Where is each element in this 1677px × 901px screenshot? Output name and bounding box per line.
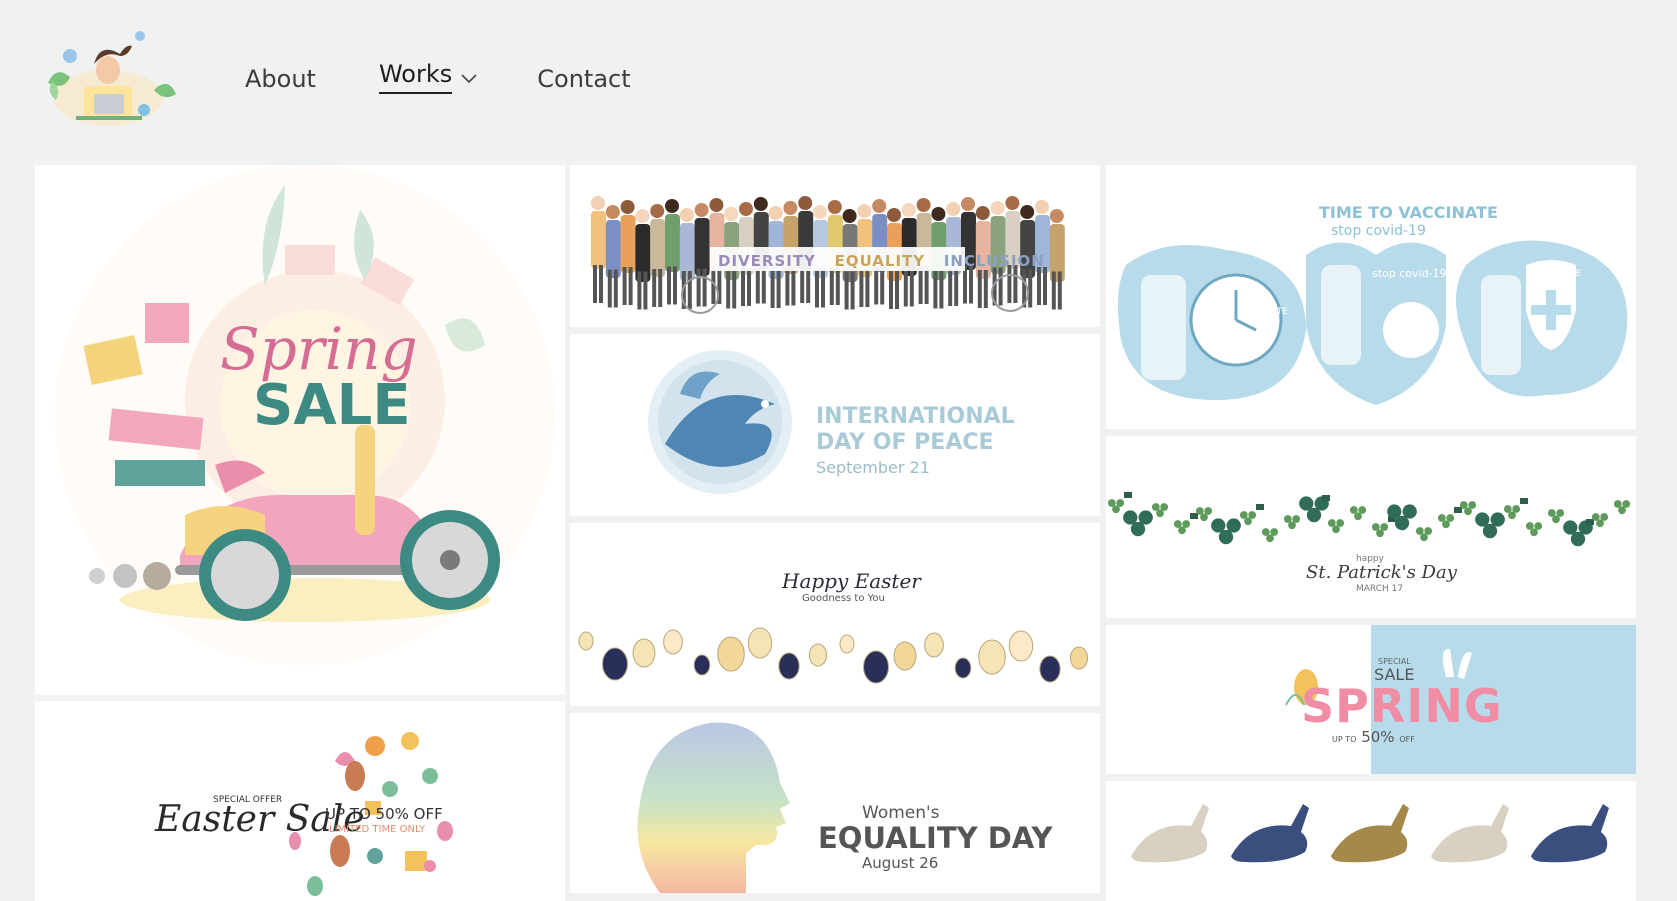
work-easter-sale[interactable]: SPECIAL OFFER Easter Sale UP TO 50% OFF … (35, 701, 565, 901)
womens-date: August 26 (862, 854, 939, 872)
work-peace[interactable]: INTERNATIONAL DAY OF PEACE September 21 (570, 334, 1100, 516)
word-diversity: DIVERSITY (718, 252, 816, 270)
work-st-patricks[interactable]: happy St. Patrick's Day MARCH 17 (1106, 436, 1636, 618)
easter-eggs-illustration (578, 627, 1089, 684)
rabbits-illustration (1131, 804, 1609, 863)
off-text: OFF (1399, 735, 1415, 744)
work-spring-special[interactable]: SPECIAL SALE SPRING UP TO 50% OFF (1106, 625, 1636, 774)
spring-upto: UP TO 50% OFF (1332, 728, 1415, 746)
happy-easter-sub: Goodness to You (802, 593, 885, 604)
diversity-banner: DIVERSITY EQUALITY INCLUSION (718, 252, 1045, 270)
vaccinate-badge3: VACCINE (1542, 269, 1582, 279)
work-rabbits[interactable] (1106, 781, 1636, 901)
peace-line1: INTERNATIONAL (816, 404, 1015, 429)
word-equality: EQUALITY (834, 252, 926, 270)
spring-big-label: SPRING (1301, 679, 1503, 733)
vaccinate-title1: TIME TO VACCINATE (1319, 203, 1498, 222)
pct-text: 50% (1361, 728, 1395, 746)
peace-date: September 21 (816, 458, 930, 477)
work-happy-easter[interactable]: Happy Easter Goodness to You (570, 523, 1100, 706)
work-spring-sale[interactable]: Spring SALE (35, 165, 565, 695)
vaccinate-title2: stop covid-19 (1331, 223, 1426, 239)
vaccinate-badge1: TIME TO VACCINATE (1198, 307, 1289, 317)
site-header: About Works Contact (0, 0, 1677, 150)
work-diversity[interactable]: DIVERSITY EQUALITY INCLUSION (570, 165, 1100, 327)
nav-works-label: Works (378, 58, 453, 94)
vaccinate-badge2: stop covid-19 (1372, 267, 1447, 280)
patricks-date: MARCH 17 (1356, 584, 1404, 594)
word-inclusion: INCLUSION (943, 252, 1045, 270)
happy-easter-script: Happy Easter (782, 569, 921, 593)
logo[interactable] (36, 28, 180, 130)
peace-line2: DAY OF PEACE (816, 430, 994, 455)
woman-silhouette-illustration (637, 722, 790, 893)
upto-text: UP TO (1332, 735, 1357, 744)
womens-top: Women's (862, 803, 940, 823)
nav-contact[interactable]: Contact (537, 62, 630, 96)
womens-big: EQUALITY DAY (818, 821, 1053, 855)
sale-text: SALE (253, 373, 411, 438)
patricks-script: St. Patrick's Day (1306, 562, 1457, 583)
crowd-illustration (591, 196, 1065, 314)
main-nav: About Works Contact (245, 60, 631, 98)
chevron-down-icon (461, 74, 477, 84)
easter-limited: LIMITED TIME ONLY (329, 824, 426, 835)
work-vaccinate[interactable]: TIME TO VACCINATE stop covid-19 TIME TO … (1106, 165, 1636, 429)
designer-logo-icon (48, 31, 176, 126)
work-womens-equality[interactable]: Women's EQUALITY DAY August 26 (570, 713, 1100, 893)
nav-works[interactable]: Works (378, 58, 477, 94)
easter-discount: UP TO 50% OFF (325, 805, 443, 823)
nav-about[interactable]: About (245, 62, 316, 96)
